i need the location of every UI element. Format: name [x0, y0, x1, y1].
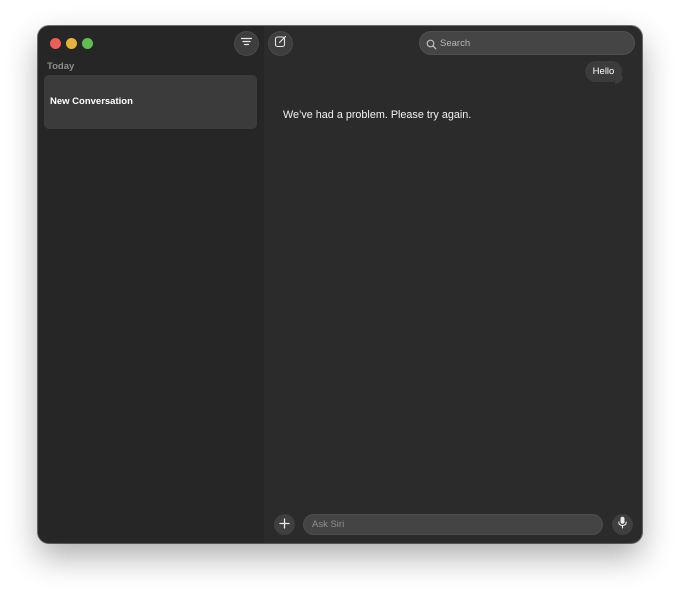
window-close-button[interactable] — [50, 38, 61, 49]
compose-button[interactable] — [268, 31, 293, 56]
conversation-title: New Conversation — [50, 96, 133, 107]
compose-icon — [274, 35, 287, 53]
window-zoom-button[interactable] — [82, 38, 93, 49]
add-attachment-button[interactable] — [274, 514, 295, 535]
filter-button[interactable] — [234, 31, 259, 56]
assistant-error-message: We’ve had a problem. Please try again. — [283, 109, 472, 121]
search-field[interactable] — [419, 31, 635, 55]
window-minimize-button[interactable] — [66, 38, 77, 49]
plus-icon — [279, 516, 290, 534]
user-message-bubble: Hello — [585, 61, 622, 82]
sidebar: Today New Conversation — [38, 26, 264, 543]
microphone-icon — [617, 516, 628, 534]
sidebar-item-new-conversation[interactable]: New Conversation — [44, 75, 257, 129]
search-input[interactable] — [440, 31, 628, 55]
filter-lines-icon — [240, 35, 253, 53]
ask-siri-input[interactable] — [312, 514, 594, 535]
search-icon — [426, 37, 437, 55]
ask-siri-field[interactable] — [303, 514, 603, 535]
app-window: Today New Conversation Search Hello We’v… — [38, 26, 642, 543]
microphone-button[interactable] — [612, 514, 633, 535]
section-label-today: Today — [47, 61, 75, 72]
